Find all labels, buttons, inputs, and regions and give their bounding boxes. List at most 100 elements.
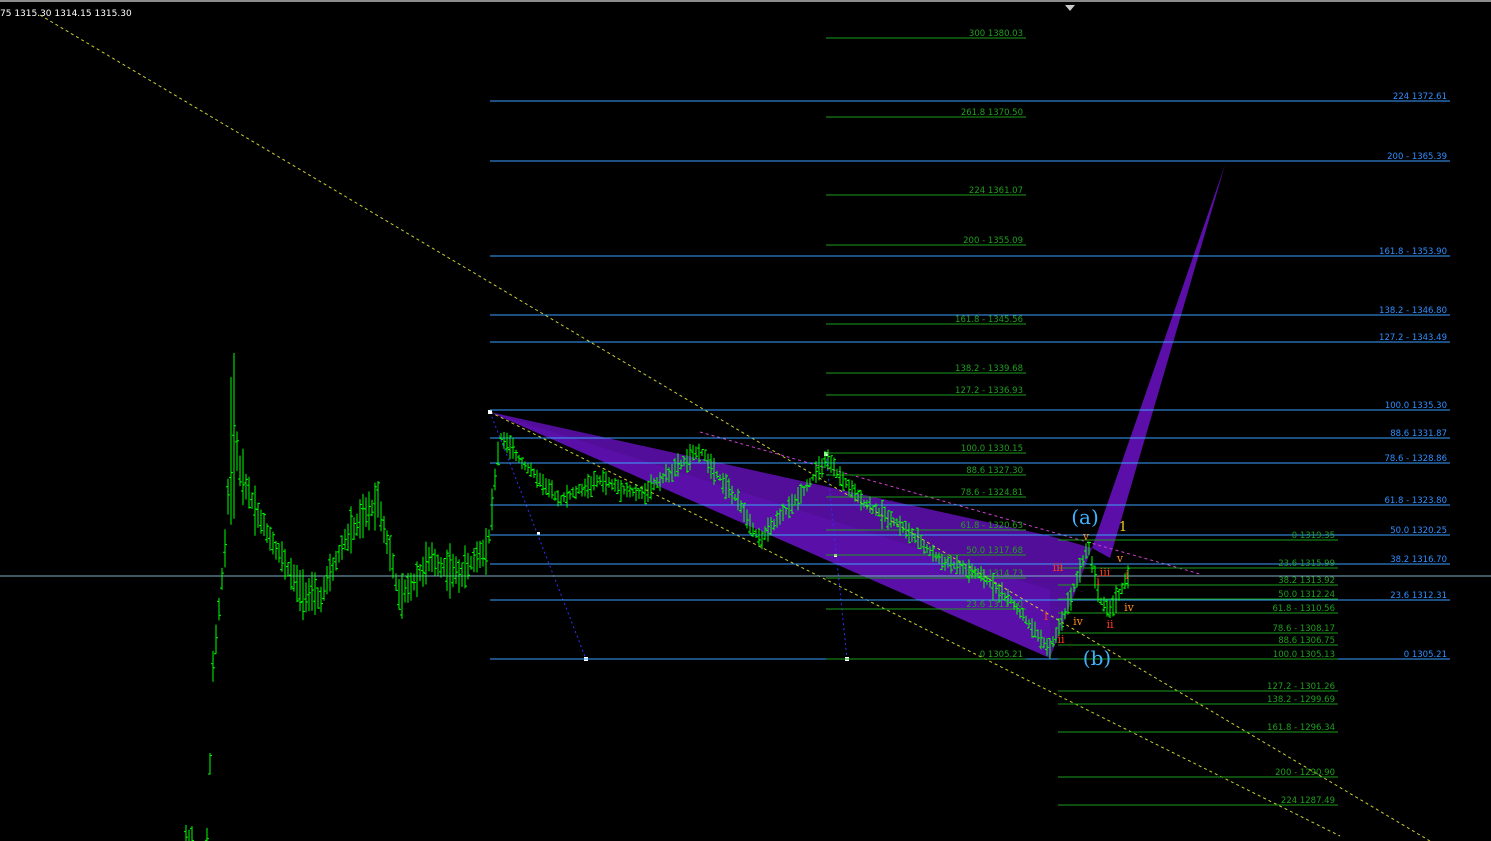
fib-green-upper-label: 161.8 - 1345.56 <box>955 315 1023 325</box>
price-bar <box>226 478 230 515</box>
fib-blue-label: 38.2 1316.70 <box>1390 555 1447 565</box>
fib-blue-label: 23.6 1312.31 <box>1390 591 1447 601</box>
price-bar <box>244 473 248 500</box>
fib-blue-label: 100.0 1335.30 <box>1385 401 1447 411</box>
fib-blue-label: 78.6 - 1328.86 <box>1384 454 1447 464</box>
anchor-dot <box>488 410 492 414</box>
fib-green-upper-label: 78.6 - 1324.81 <box>960 488 1023 498</box>
price-bar <box>814 461 818 483</box>
price-bar <box>214 624 218 655</box>
price-bar <box>640 485 644 500</box>
price-bar <box>235 431 239 471</box>
price-bar <box>334 550 338 571</box>
price-bar <box>613 477 617 492</box>
fib-blue-label: 161.8 - 1353.90 <box>1379 247 1447 257</box>
fib-green-lower-label: 100.0 1305.13 <box>1273 650 1335 660</box>
price-bar <box>385 530 389 554</box>
price-bar <box>349 506 353 554</box>
price-bar <box>421 556 425 587</box>
fib-blue-label: 0 1305.21 <box>1404 650 1447 660</box>
price-bar <box>556 490 560 507</box>
wave-label: ii <box>1106 618 1114 631</box>
price-bar <box>400 573 404 619</box>
price-bar <box>535 469 539 488</box>
price-bar <box>388 535 392 572</box>
wave-label: i <box>1125 568 1129 582</box>
fib-green-lower-label: 78.6 - 1308.17 <box>1272 624 1335 634</box>
price-bar <box>820 458 824 478</box>
price-bar <box>346 523 350 552</box>
price-bar <box>409 572 413 601</box>
fib-green-upper-label: 100.0 1330.15 <box>961 444 1023 454</box>
fib-green-upper-label: 261.8 1370.50 <box>961 108 1023 118</box>
price-bar <box>844 477 848 488</box>
price-bar <box>631 487 635 497</box>
wave-label: iii <box>1100 566 1111 579</box>
price-bar <box>511 437 515 459</box>
fib-green-upper-label: 61.8 - 1320.63 <box>960 521 1023 531</box>
fib-blue-label: 200 - 1365.39 <box>1387 152 1447 162</box>
price-bar <box>592 471 596 491</box>
trendline-lower <box>489 411 1341 837</box>
price-bar <box>304 582 308 613</box>
price-bar <box>1108 600 1112 618</box>
fib-blue-label: 61.8 - 1323.80 <box>1384 496 1447 506</box>
price-bar <box>604 471 608 496</box>
wave-label: iii <box>1053 561 1064 574</box>
price-bar <box>427 547 431 572</box>
price-bar <box>184 824 188 841</box>
price-bar <box>415 561 419 598</box>
price-bar <box>313 572 317 615</box>
wedge-layer <box>490 165 1225 658</box>
price-bar <box>256 502 260 528</box>
price-bar <box>526 463 530 474</box>
fib-green-upper-label: 224 1361.07 <box>969 186 1023 196</box>
price-bar <box>610 479 614 491</box>
fib-green-upper-label: 50.0 1317.68 <box>966 546 1023 556</box>
price-bar <box>301 569 305 621</box>
price-chart[interactable]: 224 1372.61 200 - 1365.39 161.8 - 1353.90 1… <box>0 0 1491 841</box>
price-bar <box>484 527 488 575</box>
price-bar <box>328 553 332 592</box>
price-bar <box>268 526 272 551</box>
price-bar <box>553 491 557 501</box>
price-bar <box>643 483 647 505</box>
price-bar <box>229 377 233 525</box>
fib-green-lower-label: 0 1319.35 <box>1292 531 1335 541</box>
fib-green-lower-label: 50.0 1312.24 <box>1278 590 1335 600</box>
fib-green-upper-label: 0 1305.21 <box>980 650 1023 660</box>
wave-label: (a) <box>1071 505 1099 529</box>
price-bar <box>1090 556 1094 574</box>
fib-green-lower-label: 224 1287.49 <box>1281 796 1335 806</box>
price-bar <box>340 535 344 560</box>
fib-blue-label: 224 1372.61 <box>1393 92 1447 102</box>
fibonacci-layer: 224 1372.61 200 - 1365.39 161.8 - 1353.90 1… <box>490 29 1450 806</box>
price-bar <box>616 479 620 495</box>
price-bar <box>544 478 548 495</box>
price-bar <box>469 555 473 570</box>
wave-label: v <box>1116 552 1124 565</box>
fib-blue-label: 88.6 1331.87 <box>1390 429 1447 439</box>
price-bar <box>463 545 467 589</box>
price-bar <box>496 441 500 466</box>
price-bar <box>448 543 452 599</box>
price-bar <box>829 455 833 473</box>
wave-label: ii <box>1057 633 1065 646</box>
price-bar <box>397 579 401 610</box>
fib-green-lower-label: 88.6 1306.75 <box>1278 636 1335 646</box>
price-bar <box>358 499 362 539</box>
price-bar <box>343 528 347 551</box>
fib-green-upper-label: 300 1380.03 <box>969 29 1023 39</box>
price-bar <box>241 448 245 506</box>
price-bar <box>583 478 587 497</box>
price-bar <box>403 579 407 603</box>
price-bar <box>310 571 314 611</box>
price-bar <box>451 553 455 588</box>
price-bar <box>619 480 623 502</box>
wave-label: (b) <box>1083 646 1111 670</box>
price-bar <box>700 448 704 456</box>
price-bar <box>472 548 476 573</box>
fib-blue-label: 127.2 - 1343.49 <box>1379 333 1447 343</box>
wave-label: v <box>1082 530 1090 543</box>
price-bar <box>811 473 815 481</box>
